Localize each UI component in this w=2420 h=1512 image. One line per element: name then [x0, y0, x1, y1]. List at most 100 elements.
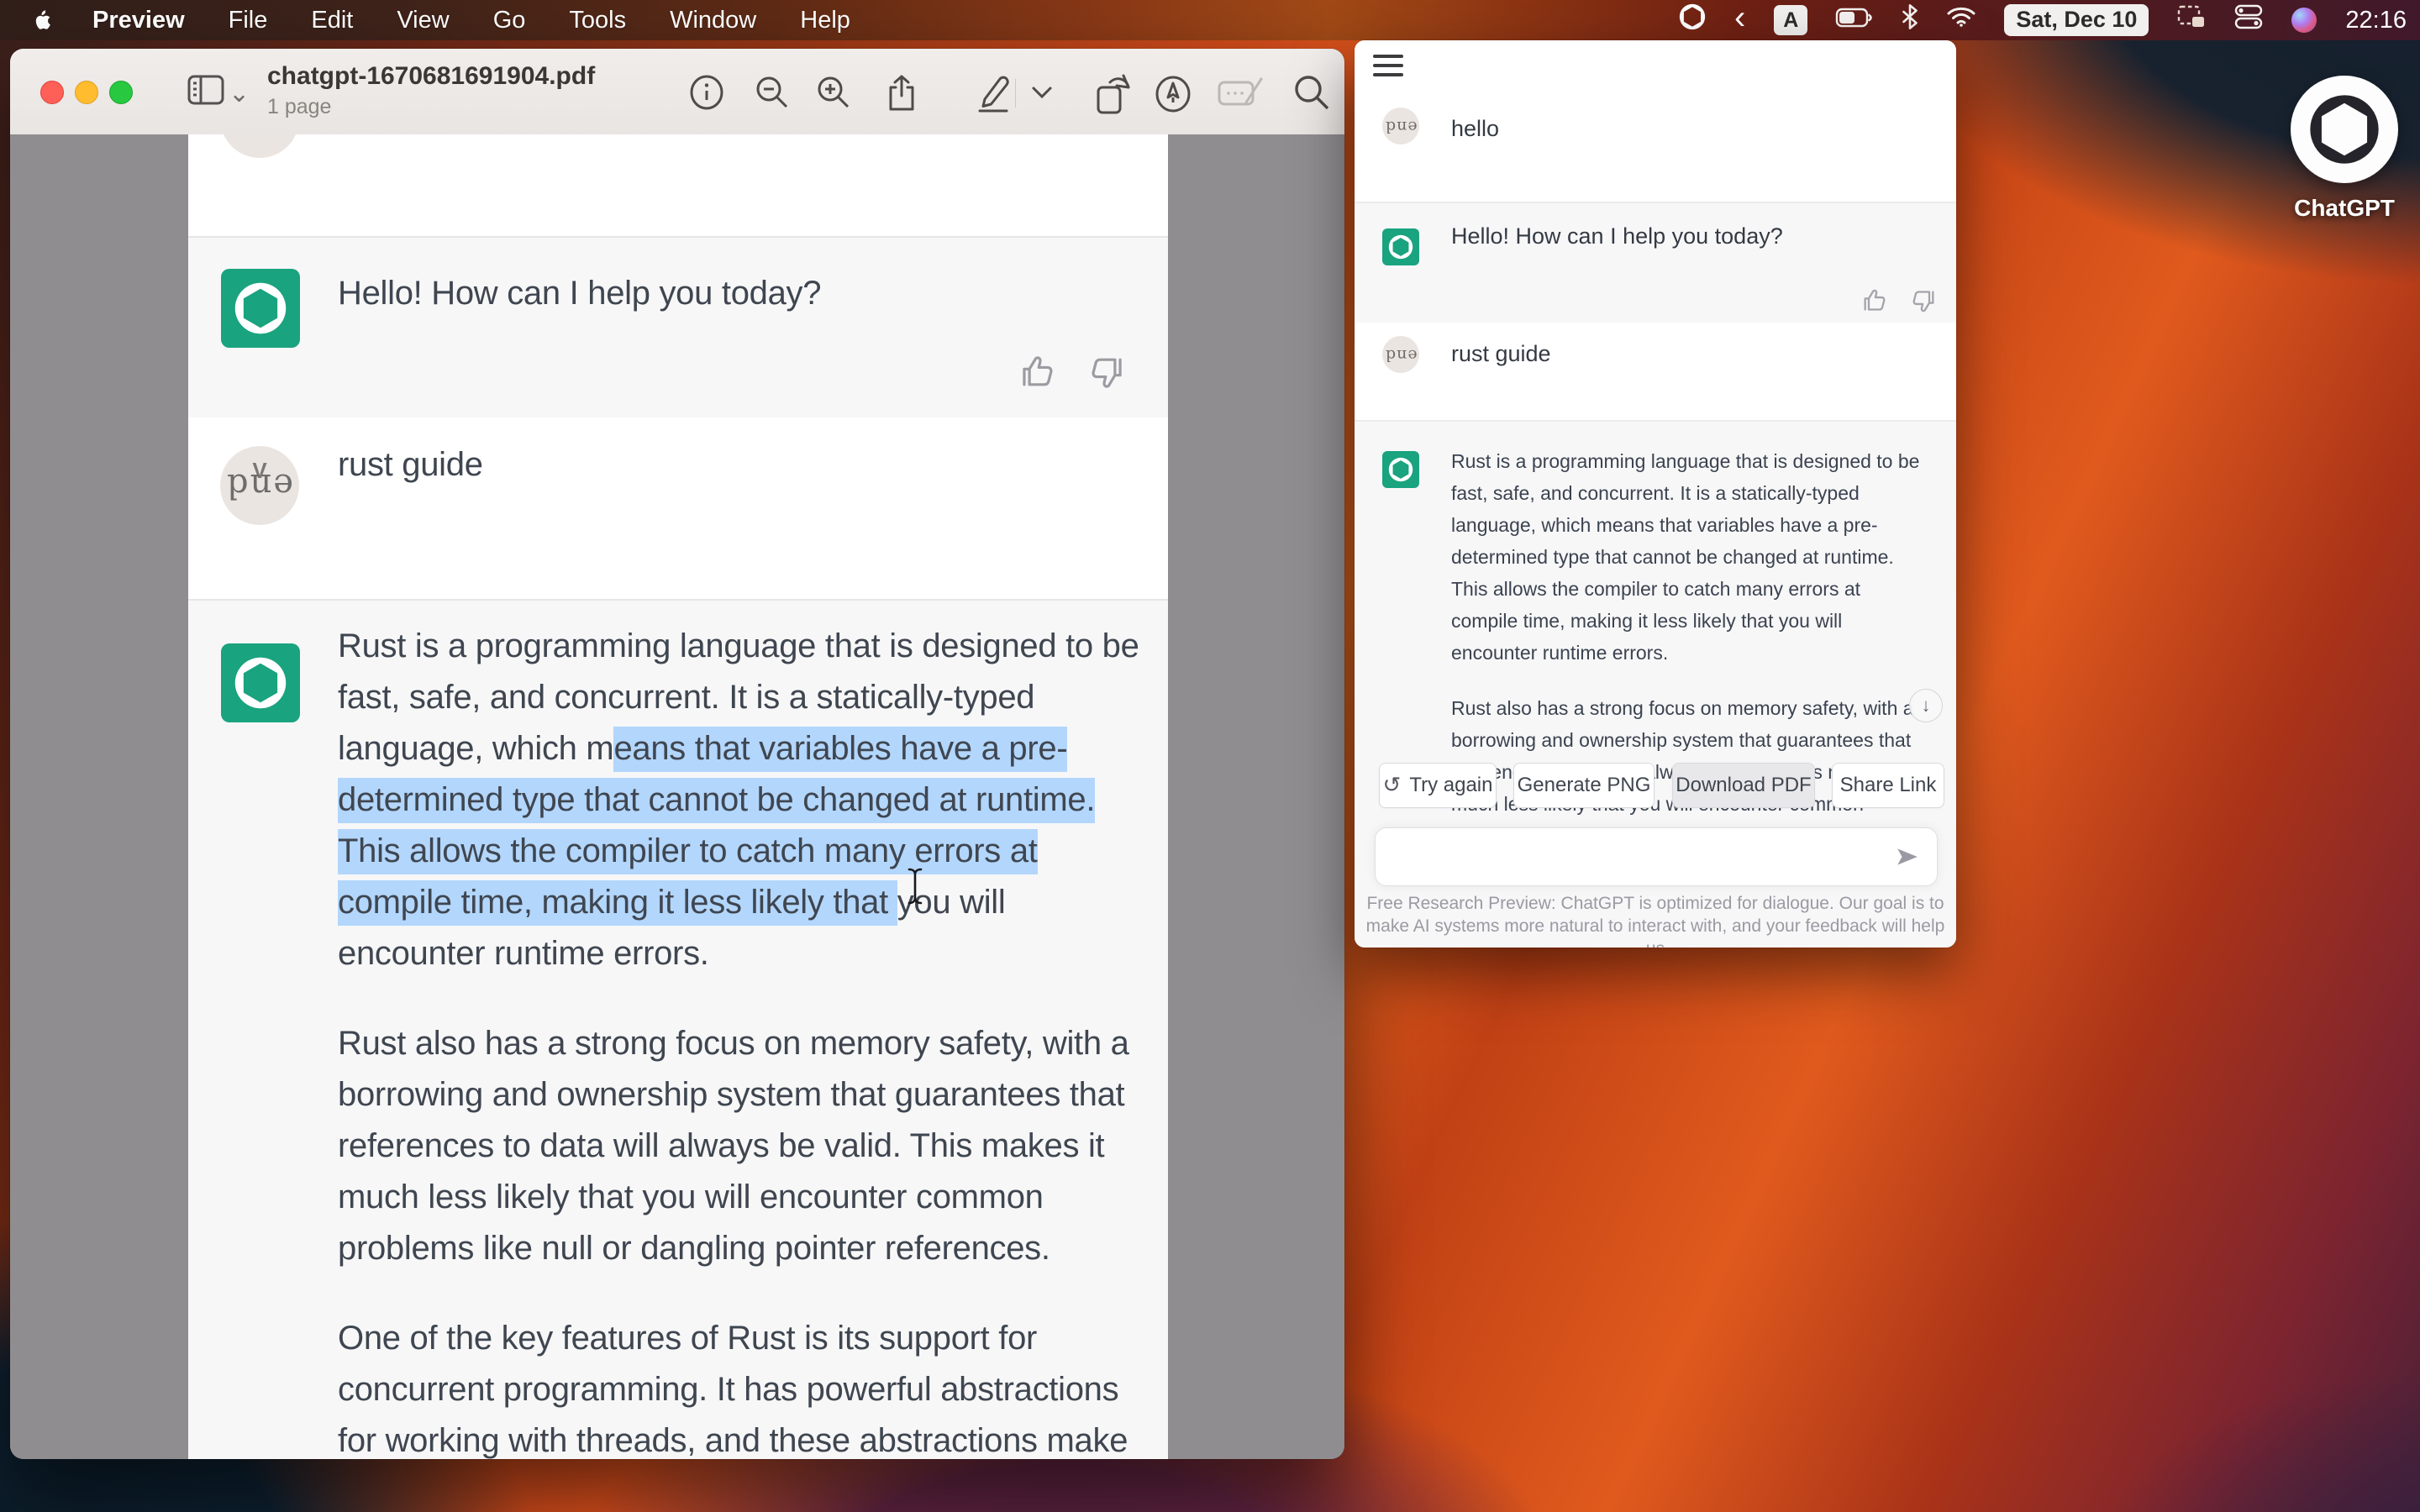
menu-edit[interactable]: Edit — [311, 7, 353, 34]
send-icon[interactable] — [1895, 845, 1920, 873]
text-cursor — [906, 867, 924, 906]
user-message-text: rust guide — [1451, 341, 1551, 367]
openai-logo-icon — [2308, 93, 2381, 165]
zoom-in-button[interactable] — [814, 74, 853, 111]
hamburger-menu-icon[interactable] — [1373, 55, 1403, 82]
user-avatar: end — [220, 134, 299, 158]
menu-window[interactable]: Window — [670, 7, 756, 34]
generate-png-button[interactable]: Generate PNG — [1513, 763, 1655, 808]
avatar-glyph: end — [1385, 118, 1418, 134]
pdf-row-user-clipped: end — [188, 134, 1168, 236]
user-prompt-text: rust guide — [338, 439, 483, 491]
chat-header — [1355, 40, 1956, 94]
minimize-button[interactable] — [75, 81, 98, 104]
pdf-row-assistant-answer: Rust is a programming language that is d… — [188, 599, 1168, 1459]
control-center-icon[interactable] — [2234, 4, 2263, 36]
answer-paragraph: Rust is a programming language that is d… — [1451, 445, 1919, 669]
avatar-glyph: end — [225, 469, 293, 502]
answer-paragraph: Rust is a programming language that is d… — [338, 621, 1139, 979]
annotate-pen-button[interactable] — [1153, 74, 1193, 114]
user-avatar: V end — [220, 446, 299, 525]
generate-png-label: Generate PNG — [1518, 774, 1651, 797]
chatgpt-desktop-icon[interactable]: ChatGPT — [2291, 76, 2398, 222]
openai-status-icon[interactable] — [1679, 3, 1706, 37]
info-button[interactable] — [687, 74, 726, 111]
window-title: chatgpt-1670681691904.pdf — [267, 62, 595, 91]
status-cluster: ‹ A Sat, Dec 10 22:16 — [1679, 0, 2407, 40]
user-message-text: hello — [1451, 116, 1499, 142]
apple-icon — [29, 5, 54, 35]
user-avatar: end — [1382, 108, 1419, 144]
input-source-menu[interactable]: A — [1774, 5, 1807, 35]
preview-window: ⌄ chatgpt-1670681691904.pdf 1 page — [10, 49, 1344, 1459]
feedback-icons — [1020, 355, 1124, 389]
menu-bar: Preview File Edit View Go Tools Window H… — [0, 0, 2420, 40]
assistant-answer-text: Rust is a programming language that is d… — [338, 621, 1139, 1459]
user-avatar: end — [1382, 336, 1419, 373]
zoom-button[interactable] — [109, 81, 133, 104]
menu-file[interactable]: File — [229, 7, 268, 34]
menu-preview[interactable]: Preview — [92, 7, 185, 34]
openai-logo-icon — [234, 656, 287, 710]
page-count: 1 page — [267, 95, 595, 119]
chatgpt-app-icon — [2291, 76, 2398, 183]
chatgpt-avatar — [1382, 451, 1419, 488]
bluetooth-icon[interactable] — [1902, 4, 1918, 36]
pdf-viewport[interactable]: end Hello! How can I help you today? — [10, 134, 1344, 1459]
try-again-label: Try again — [1409, 774, 1492, 797]
message-input[interactable] — [1375, 827, 1938, 886]
thumbs-down-icon[interactable] — [1911, 289, 1936, 312]
answer-paragraph: Rust also has a strong focus on memory s… — [338, 1018, 1139, 1274]
share-link-label: Share Link — [1840, 774, 1937, 797]
preview-titlebar[interactable]: ⌄ chatgpt-1670681691904.pdf 1 page — [10, 49, 1344, 135]
download-pdf-button[interactable]: Download PDF — [1672, 763, 1815, 808]
battery-icon[interactable] — [1836, 7, 1873, 34]
thumbs-up-icon[interactable] — [1862, 289, 1887, 312]
markup-button[interactable] — [970, 74, 1012, 113]
avatar-glyph: end — [1385, 347, 1418, 363]
search-button[interactable] — [1292, 74, 1331, 113]
avatar-glyph: end — [225, 134, 293, 135]
openai-logo-icon — [1388, 457, 1413, 482]
menu-go[interactable]: Go — [493, 7, 526, 34]
down-arrow-icon: ↓ — [1922, 695, 1931, 717]
share-link-button[interactable]: Share Link — [1832, 763, 1944, 808]
pdf-row-assistant-greeting: Hello! How can I help you today? — [188, 236, 1168, 421]
back-chevron-icon[interactable]: ‹ — [1734, 5, 1745, 30]
assistant-greeting-text: Hello! How can I help you today? — [1451, 223, 1783, 249]
menu-help[interactable]: Help — [800, 7, 850, 34]
desktop-icon-label: ChatGPT — [2291, 195, 2398, 222]
thumbs-up-icon[interactable] — [1020, 355, 1055, 389]
screen-mirroring-icon[interactable] — [2177, 5, 2206, 35]
siri-icon[interactable] — [2291, 8, 2317, 33]
zoom-out-button[interactable] — [753, 74, 792, 111]
download-pdf-label: Download PDF — [1676, 774, 1811, 797]
apple-menu[interactable] — [29, 5, 54, 35]
try-again-button[interactable]: ↺ Try again — [1379, 763, 1497, 808]
menu-view[interactable]: View — [397, 7, 449, 34]
openai-logo-icon — [1388, 234, 1413, 260]
share-button[interactable] — [882, 74, 921, 113]
text-annotation-button[interactable] — [1218, 74, 1263, 113]
chat-row-user2: end rust guide — [1355, 323, 1956, 420]
markup-chevron-icon[interactable] — [1031, 86, 1053, 99]
assistant-greeting-text: Hello! How can I help you today? — [338, 268, 821, 319]
close-button[interactable] — [40, 81, 64, 104]
proxy-chevron-icon[interactable]: ⌄ — [229, 79, 250, 108]
window-title-block: chatgpt-1670681691904.pdf 1 page — [267, 62, 595, 119]
wifi-icon[interactable] — [1947, 6, 1975, 34]
scroll-to-bottom-button[interactable]: ↓ — [1909, 689, 1943, 722]
thumbs-down-icon[interactable] — [1089, 355, 1124, 389]
chatgpt-avatar — [1382, 228, 1419, 265]
rotate-button[interactable] — [1092, 74, 1134, 114]
toolbar-divider — [1015, 79, 1016, 108]
footer-disclaimer: Free Research Preview: ChatGPT is optimi… — [1355, 892, 1956, 948]
chatgpt-window: end hello Hello! How can I help you toda… — [1355, 40, 1956, 948]
chat-row-assistant1: Hello! How can I help you today? — [1355, 202, 1956, 326]
menu-tools[interactable]: Tools — [569, 7, 626, 34]
menu-date[interactable]: Sat, Dec 10 — [2004, 4, 2149, 36]
openai-logo-icon — [234, 281, 287, 335]
menu-clock[interactable]: 22:16 — [2345, 7, 2407, 34]
pdf-row-user-prompt: V end rust guide — [188, 417, 1168, 599]
sidebar-toggle-icon[interactable] — [187, 73, 224, 111]
